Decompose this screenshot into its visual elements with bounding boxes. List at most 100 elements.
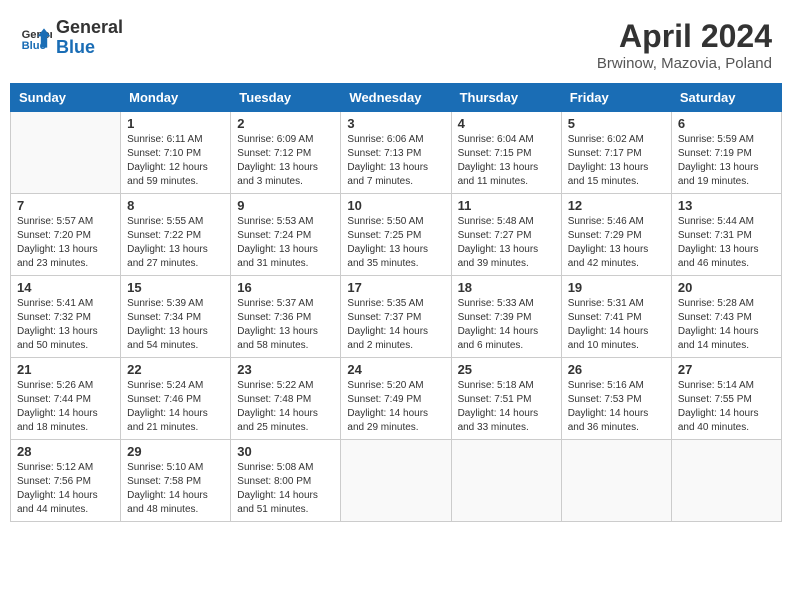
calendar-cell: 23Sunrise: 5:22 AM Sunset: 7:48 PM Dayli… (231, 358, 341, 440)
calendar-cell: 19 Sunrise: 5:31 AM Sunset: 7:41 PM Dayli… (561, 276, 671, 358)
day-info: Sunrise: 5:12 AM Sunset: 7:56 PM Dayligh… (17, 461, 114, 517)
weekday-header-monday: Monday (121, 84, 231, 112)
calendar-cell: 17 Sunrise: 5:35 AM Sunset: 7:37 PM Dayli… (341, 276, 451, 358)
title-block: April 2024 Brwinow, Mazovia, Poland (597, 18, 772, 72)
day-info: Sunrise: 6:11 AM Sunset: 7:10 PM Dayligh… (127, 133, 224, 189)
calendar-cell: 4 Sunrise: 6:04 AM Sunset: 7:15 PM Daylig… (451, 112, 561, 194)
calendar-cell: 9 Sunrise: 5:53 AM Sunset: 7:24 PM Daylig… (231, 194, 341, 276)
calendar-week-4: 21 Sunrise: 5:26 AM Sunset: 7:44 PM Dayli… (11, 358, 782, 440)
day-info: Sunrise: 6:04 AM Sunset: 7:15 PM Dayligh… (458, 133, 555, 189)
weekday-header-thursday: Thursday (451, 84, 561, 112)
day-info: Sunrise: 5:24 AM Sunset: 7:46 PM Dayligh… (127, 379, 224, 435)
logo-text: General Blue (56, 18, 123, 58)
day-info: Sunrise: 5:46 AM Sunset: 7:29 PM Dayligh… (568, 215, 665, 271)
day-info: Sunrise: 5:22 AM Sunset: 7:48 PM Dayligh… (237, 379, 334, 435)
calendar-week-5: 28 Sunrise: 5:12 AM Sunset: 7:56 PM Dayli… (11, 440, 782, 522)
day-info: Sunrise: 5:20 AM Sunset: 7:49 PM Dayligh… (347, 379, 444, 435)
page-header: General Blue General Blue April 2024 Brw… (10, 10, 782, 77)
calendar-cell: 3 Sunrise: 6:06 AM Sunset: 7:13 PM Daylig… (341, 112, 451, 194)
day-number: 4 (458, 116, 555, 131)
day-number: 12 (568, 198, 665, 213)
day-number: 9 (237, 198, 334, 213)
day-number: 16 (237, 280, 334, 295)
day-info: Sunrise: 6:06 AM Sunset: 7:13 PM Dayligh… (347, 133, 444, 189)
calendar-cell: 29 Sunrise: 5:10 AM Sunset: 7:58 PM Dayli… (121, 440, 231, 522)
day-number: 22 (127, 362, 224, 377)
calendar-cell: 14 Sunrise: 5:41 AM Sunset: 7:32 PM Dayli… (11, 276, 121, 358)
calendar-cell: 21 Sunrise: 5:26 AM Sunset: 7:44 PM Dayli… (11, 358, 121, 440)
day-number: 18 (458, 280, 555, 295)
day-info: Sunrise: 5:26 AM Sunset: 7:44 PM Dayligh… (17, 379, 114, 435)
day-info: Sunrise: 5:50 AM Sunset: 7:25 PM Dayligh… (347, 215, 444, 271)
calendar-cell (341, 440, 451, 522)
day-number: 7 (17, 198, 114, 213)
calendar-cell: 16Sunrise: 5:37 AM Sunset: 7:36 PM Dayli… (231, 276, 341, 358)
day-number: 17 (347, 280, 444, 295)
calendar-cell (671, 440, 781, 522)
day-number: 3 (347, 116, 444, 131)
day-info: Sunrise: 5:48 AM Sunset: 7:27 PM Dayligh… (458, 215, 555, 271)
day-number: 1 (127, 116, 224, 131)
day-info: Sunrise: 6:09 AM Sunset: 7:12 PM Dayligh… (237, 133, 334, 189)
calendar-week-1: 1 Sunrise: 6:11 AM Sunset: 7:10 PM Daylig… (11, 112, 782, 194)
day-info: Sunrise: 5:10 AM Sunset: 7:58 PM Dayligh… (127, 461, 224, 517)
day-number: 25 (458, 362, 555, 377)
weekday-header-row: SundayMondayTuesdayWednesdayThursdayFrid… (11, 84, 782, 112)
logo: General Blue General Blue (20, 18, 123, 58)
day-number: 14 (17, 280, 114, 295)
calendar-cell: 12 Sunrise: 5:46 AM Sunset: 7:29 PM Dayli… (561, 194, 671, 276)
day-number: 24 (347, 362, 444, 377)
calendar-cell: 26 Sunrise: 5:16 AM Sunset: 7:53 PM Dayli… (561, 358, 671, 440)
location-title: Brwinow, Mazovia, Poland (597, 55, 772, 72)
weekday-header-friday: Friday (561, 84, 671, 112)
day-info: Sunrise: 5:28 AM Sunset: 7:43 PM Dayligh… (678, 297, 775, 353)
day-info: Sunrise: 5:08 AM Sunset: 8:00 PM Dayligh… (237, 461, 334, 517)
day-number: 13 (678, 198, 775, 213)
weekday-header-wednesday: Wednesday (341, 84, 451, 112)
day-info: Sunrise: 5:55 AM Sunset: 7:22 PM Dayligh… (127, 215, 224, 271)
day-number: 30 (237, 444, 334, 459)
calendar-cell: 11 Sunrise: 5:48 AM Sunset: 7:27 PM Dayli… (451, 194, 561, 276)
day-info: Sunrise: 5:41 AM Sunset: 7:32 PM Dayligh… (17, 297, 114, 353)
day-number: 10 (347, 198, 444, 213)
calendar-cell: 30 Sunrise: 5:08 AM Sunset: 8:00 PM Dayli… (231, 440, 341, 522)
day-number: 29 (127, 444, 224, 459)
calendar-cell: 2 Sunrise: 6:09 AM Sunset: 7:12 PM Daylig… (231, 112, 341, 194)
day-info: Sunrise: 5:16 AM Sunset: 7:53 PM Dayligh… (568, 379, 665, 435)
day-number: 11 (458, 198, 555, 213)
calendar-cell: 7 Sunrise: 5:57 AM Sunset: 7:20 PM Daylig… (11, 194, 121, 276)
weekday-header-tuesday: Tuesday (231, 84, 341, 112)
calendar-week-3: 14 Sunrise: 5:41 AM Sunset: 7:32 PM Dayli… (11, 276, 782, 358)
calendar-cell (11, 112, 121, 194)
calendar-cell: 15Sunrise: 5:39 AM Sunset: 7:34 PM Dayli… (121, 276, 231, 358)
day-info: Sunrise: 5:57 AM Sunset: 7:20 PM Dayligh… (17, 215, 114, 271)
day-number: 26 (568, 362, 665, 377)
day-number: 27 (678, 362, 775, 377)
weekday-header-saturday: Saturday (671, 84, 781, 112)
calendar-cell (561, 440, 671, 522)
calendar-cell (451, 440, 561, 522)
day-number: 21 (17, 362, 114, 377)
day-number: 19 (568, 280, 665, 295)
day-info: Sunrise: 5:35 AM Sunset: 7:37 PM Dayligh… (347, 297, 444, 353)
calendar-table: SundayMondayTuesdayWednesdayThursdayFrid… (10, 83, 782, 522)
day-info: Sunrise: 6:02 AM Sunset: 7:17 PM Dayligh… (568, 133, 665, 189)
calendar-cell: 1 Sunrise: 6:11 AM Sunset: 7:10 PM Daylig… (121, 112, 231, 194)
day-info: Sunrise: 5:59 AM Sunset: 7:19 PM Dayligh… (678, 133, 775, 189)
calendar-cell: 5 Sunrise: 6:02 AM Sunset: 7:17 PM Daylig… (561, 112, 671, 194)
day-number: 2 (237, 116, 334, 131)
calendar-cell: 8 Sunrise: 5:55 AM Sunset: 7:22 PM Daylig… (121, 194, 231, 276)
day-info: Sunrise: 5:53 AM Sunset: 7:24 PM Dayligh… (237, 215, 334, 271)
day-number: 8 (127, 198, 224, 213)
day-info: Sunrise: 5:18 AM Sunset: 7:51 PM Dayligh… (458, 379, 555, 435)
calendar-week-2: 7 Sunrise: 5:57 AM Sunset: 7:20 PM Daylig… (11, 194, 782, 276)
calendar-cell: 24 Sunrise: 5:20 AM Sunset: 7:49 PM Dayli… (341, 358, 451, 440)
day-number: 28 (17, 444, 114, 459)
day-info: Sunrise: 5:44 AM Sunset: 7:31 PM Dayligh… (678, 215, 775, 271)
logo-icon: General Blue (20, 22, 52, 54)
calendar-cell: 25 Sunrise: 5:18 AM Sunset: 7:51 PM Dayli… (451, 358, 561, 440)
day-info: Sunrise: 5:39 AM Sunset: 7:34 PM Dayligh… (127, 297, 224, 353)
day-info: Sunrise: 5:31 AM Sunset: 7:41 PM Dayligh… (568, 297, 665, 353)
calendar-cell: 6Sunrise: 5:59 AM Sunset: 7:19 PM Daylig… (671, 112, 781, 194)
day-number: 5 (568, 116, 665, 131)
